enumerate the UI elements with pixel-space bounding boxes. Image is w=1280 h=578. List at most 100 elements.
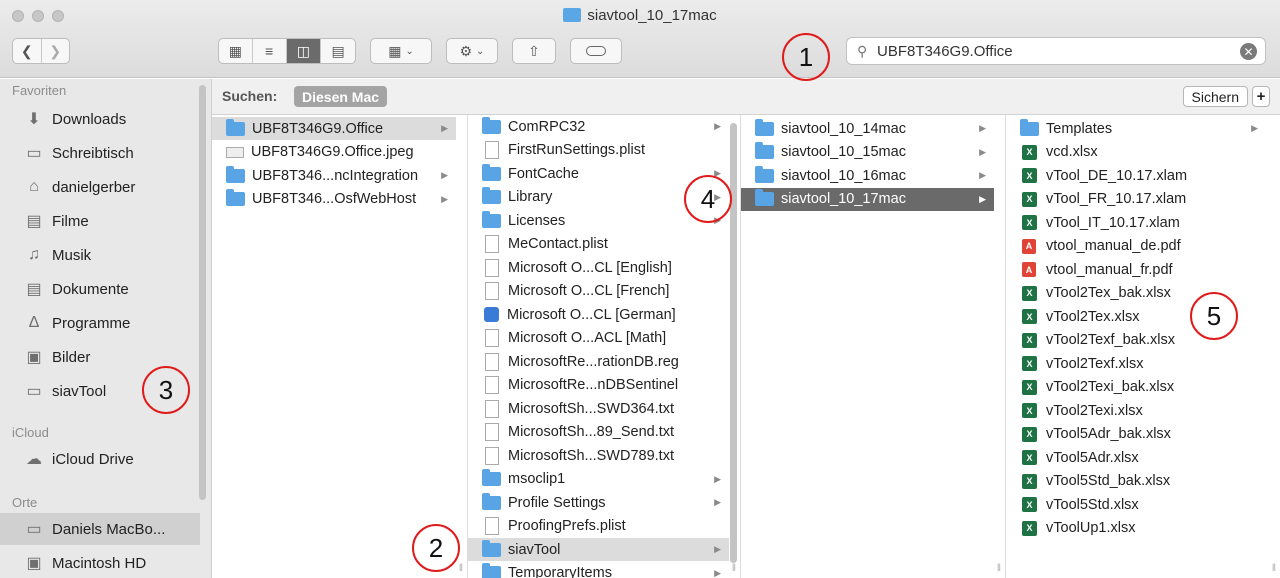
column-2-row[interactable]: FirstRunSettings.plist — [468, 139, 729, 162]
search-scope-label: Suchen: — [222, 88, 278, 104]
column-2-row[interactable]: ProofingPrefs.plist — [468, 515, 729, 538]
disclosure-arrow-icon: ▶ — [441, 170, 448, 180]
column-4-row[interactable]: XvTool2Texi_bak.xlsx — [1006, 376, 1266, 399]
file-name: siavtool_10_16mac — [781, 167, 906, 184]
applications-icon: ∆ — [29, 314, 39, 331]
action-button[interactable]: ⚙ ⌄ — [446, 38, 498, 64]
column-1-row[interactable]: UBF8T346...ncIntegration ▶ — [212, 164, 456, 187]
disclosure-arrow-icon: ▶ — [1251, 123, 1258, 133]
column-4-row[interactable]: Xvcd.xlsx — [1006, 141, 1266, 164]
column-2-row[interactable]: Microsoft O...ACL [Math] — [468, 327, 729, 350]
column-3-row[interactable]: siavtool_10_15mac ▶ — [741, 141, 994, 164]
column-2-row[interactable]: msoclip1 ▶ — [468, 468, 729, 491]
sidebar-item-label: Schreibtisch — [52, 144, 134, 162]
xlsx-icon: X — [1022, 356, 1037, 371]
column-2-row[interactable]: Microsoft O...CL [French] — [468, 280, 729, 303]
file-name: vTool2Texi_bak.xlsx — [1046, 379, 1175, 395]
column-4-row[interactable]: XvTool5Adr_bak.xlsx — [1006, 423, 1266, 446]
back-button[interactable]: ❮ — [13, 39, 42, 63]
disclosure-arrow-icon: ▶ — [714, 121, 721, 131]
column-2-row[interactable]: ComRPC32 ▶ — [468, 115, 729, 138]
column-1-row[interactable]: UBF8T346G9.Office.jpeg — [212, 141, 456, 164]
column-4-row[interactable]: XvTool5Std.xlsx — [1006, 493, 1266, 516]
file-name: MicrosoftSh...89_Send.txt — [508, 424, 675, 440]
list-view-icon[interactable]: ≡ — [253, 39, 287, 63]
scope-this-mac-button[interactable]: Diesen Mac — [294, 86, 388, 107]
sidebar-item-daniels-macbo[interactable]: ▭ Daniels MacBo... — [0, 513, 200, 545]
column-resize-handle[interactable]: ‖ — [997, 563, 1001, 574]
column-2-row[interactable]: MicrosoftRe...nDBSentinel — [468, 374, 729, 397]
tags-button[interactable] — [570, 38, 622, 64]
column-4-row[interactable]: XvTool_DE_10.17.xlam — [1006, 164, 1266, 187]
sidebar-item-dokumente[interactable]: ▤ Dokumente — [0, 273, 200, 305]
search-field[interactable]: ⚲ UBF8T346G9.Office ✕ — [846, 37, 1266, 65]
column-4-row[interactable]: XvTool2Texi.xlsx — [1006, 399, 1266, 422]
save-search-button[interactable]: Sichern — [1182, 86, 1248, 107]
column-3-row[interactable]: siavtool_10_14mac ▶ — [741, 117, 994, 140]
column-4-row[interactable]: Templates ▶ — [1006, 117, 1266, 140]
column-3-row[interactable]: siavtool_10_17mac ▶ — [741, 187, 994, 211]
gallery-view-icon[interactable]: ▤ — [321, 39, 355, 63]
file-name: siavtool_10_14mac — [781, 120, 906, 137]
column-2-row[interactable]: Profile Settings ▶ — [468, 491, 729, 514]
column-4-row[interactable]: Avtool_manual_de.pdf — [1006, 235, 1266, 258]
column-2-row[interactable]: MicrosoftSh...89_Send.txt — [468, 421, 729, 444]
sidebar-item-programme[interactable]: ∆ Programme — [0, 307, 200, 339]
group-button[interactable]: ▦ ⌄ — [370, 38, 432, 64]
file-name: MicrosoftRe...nDBSentinel — [508, 377, 679, 393]
column-2-row[interactable]: MeContact.plist — [468, 233, 729, 256]
clear-search-icon[interactable]: ✕ — [1240, 43, 1257, 60]
column-4-row[interactable]: Avtool_manual_fr.pdf — [1006, 258, 1266, 281]
add-criteria-button[interactable]: + — [1252, 86, 1270, 107]
search-scope-bar: Suchen: Diesen Mac Sichern + — [212, 79, 1280, 115]
column-1-row[interactable]: UBF8T346G9.Office ▶ — [212, 117, 456, 140]
share-button[interactable]: ⇧ — [512, 38, 556, 64]
search-query[interactable]: UBF8T346G9.Office — [877, 43, 1013, 60]
column-2-row[interactable]: MicrosoftRe...rationDB.reg — [468, 350, 729, 373]
sidebar-item-label: danielgerber — [52, 178, 136, 196]
column-2-row[interactable]: MicrosoftSh...SWD789.txt — [468, 444, 729, 467]
sidebar-item-filme[interactable]: ▤ Filme — [0, 205, 200, 237]
column-2-row[interactable]: TemporaryItems ▶ — [468, 562, 729, 578]
back-forward-control: ❮ ❯ — [12, 38, 70, 64]
column-2-row[interactable]: MicrosoftSh...SWD364.txt — [468, 397, 729, 420]
column-2-row[interactable]: siavTool ▶ — [468, 538, 729, 561]
column-4-row[interactable]: XvToolUp1.xlsx — [1006, 517, 1266, 540]
forward-button[interactable]: ❯ — [42, 39, 70, 63]
file-name: vTool2Texf_bak.xlsx — [1046, 332, 1175, 348]
file-name: Microsoft O...ACL [Math] — [508, 330, 667, 346]
column-4-row[interactable]: XvTool_IT_10.17.xlam — [1006, 211, 1266, 234]
doc-icon — [485, 235, 499, 253]
sidebar-item-downloads[interactable]: ⬇ Downloads — [0, 103, 200, 135]
column-3-row[interactable]: siavtool_10_16mac ▶ — [741, 164, 994, 187]
sidebar-item-icloud-drive[interactable]: ☁ iCloud Drive — [0, 443, 200, 475]
file-name: MeContact.plist — [508, 236, 608, 252]
sidebar-item-schreibtisch[interactable]: ▭ Schreibtisch — [0, 137, 200, 169]
icon-view-icon[interactable]: ▦ — [219, 39, 253, 63]
column-resize-handle[interactable]: ‖ — [732, 563, 736, 574]
file-name: vTool5Adr.xlsx — [1046, 449, 1139, 466]
sidebar-scrollbar[interactable] — [199, 85, 206, 500]
column-2-row[interactable]: Microsoft O...CL [German] — [468, 303, 729, 326]
column-2-row[interactable]: Microsoft O...CL [English] — [468, 256, 729, 279]
sidebar-item-macintosh-hd[interactable]: ▣ Macintosh HD — [0, 547, 200, 578]
column-4-row[interactable]: XvTool_FR_10.17.xlam — [1006, 188, 1266, 211]
column-resize-handle[interactable]: ‖ — [459, 563, 463, 574]
sidebar-item-musik[interactable]: ♫ Musik — [0, 239, 200, 271]
folder-icon — [482, 539, 501, 557]
column-resize-handle[interactable]: ‖ — [1272, 563, 1276, 574]
column-4-row[interactable]: XvTool2Texf.xlsx — [1006, 352, 1266, 375]
column-4-row[interactable]: XvTool5Std_bak.xlsx — [1006, 470, 1266, 493]
column-4-row[interactable]: XvTool5Adr.xlsx — [1006, 446, 1266, 469]
pdf-icon: A — [1022, 262, 1036, 277]
file-name: vtool_manual_fr.pdf — [1046, 261, 1173, 278]
sidebar-item-danielgerber[interactable]: ⌂ danielgerber — [0, 171, 200, 203]
column-1-row[interactable]: UBF8T346...OsfWebHost ▶ — [212, 188, 456, 211]
disk-icon: ▣ — [26, 555, 42, 572]
callout-1: 1 — [782, 33, 830, 81]
column-2-scrollbar[interactable] — [730, 123, 737, 563]
disclosure-arrow-icon: ▶ — [979, 193, 986, 204]
doc-icon — [485, 141, 499, 159]
folder-icon — [482, 163, 501, 181]
column-view-icon[interactable]: ◫ — [286, 39, 322, 63]
